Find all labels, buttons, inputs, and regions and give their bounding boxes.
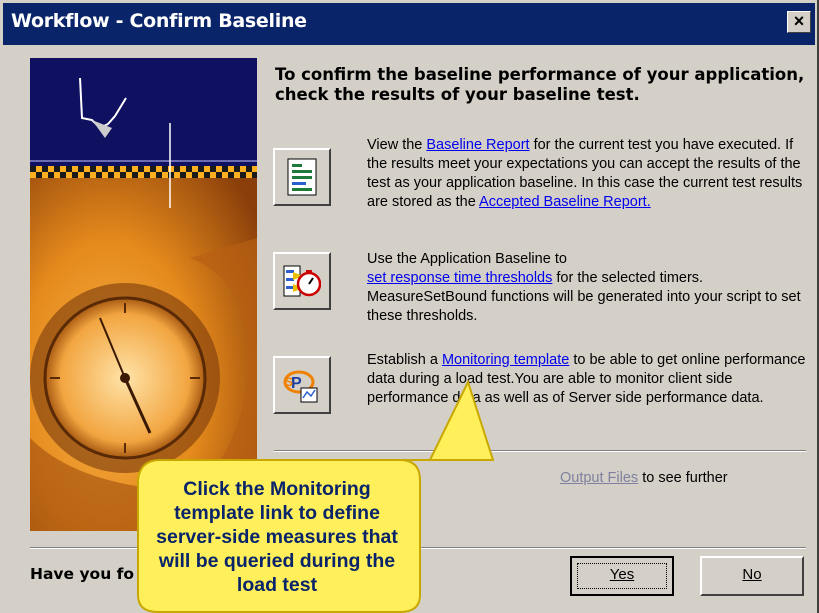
set-response-time-thresholds-link[interactable]: set response time thresholds xyxy=(367,270,552,286)
title-bar[interactable]: Workflow - Confirm Baseline × xyxy=(3,3,815,45)
section-text: Use the Application Baseline to xyxy=(367,251,567,267)
response-time-thresholds-button[interactable] xyxy=(273,252,331,310)
monitoring-template-icon: P S xyxy=(283,370,318,403)
no-button[interactable]: No xyxy=(700,556,804,596)
accepted-baseline-report-link[interactable]: Accepted Baseline Report. xyxy=(479,194,651,210)
no-button-label: No xyxy=(742,566,762,583)
footer-question: Have you fo xyxy=(30,565,135,583)
monitoring-template-button[interactable]: P S xyxy=(273,356,331,414)
section-text: View the xyxy=(367,137,427,153)
stopwatch-threshold-icon xyxy=(283,265,321,297)
monitoring-template-link[interactable]: Monitoring template xyxy=(442,352,569,368)
callout-text: Click the Monitoring template link to de… xyxy=(156,478,398,596)
output-files-description: Output Files to see further xyxy=(560,469,810,488)
baseline-report-link[interactable]: Baseline Report xyxy=(426,137,529,153)
baseline-report-description: View the Baseline Report for the current… xyxy=(367,136,807,212)
monitoring-description: Establish a Monitoring template to be ab… xyxy=(367,351,807,408)
yes-button[interactable]: Yes xyxy=(570,556,674,596)
output-files-link[interactable]: Output Files xyxy=(560,470,638,486)
banner-image-stopwatch xyxy=(30,58,257,531)
section-text: Establish a xyxy=(367,352,442,368)
window-title: Workflow - Confirm Baseline xyxy=(11,10,307,32)
close-button[interactable]: × xyxy=(787,11,811,33)
report-document-icon xyxy=(287,158,317,196)
section-divider xyxy=(274,450,806,452)
section-text: to see further xyxy=(638,470,728,486)
baseline-report-button[interactable] xyxy=(273,148,331,206)
thresholds-description: Use the Application Baseline to set resp… xyxy=(367,250,807,326)
focus-rectangle xyxy=(577,563,667,589)
page-heading: To confirm the baseline performance of y… xyxy=(275,65,805,104)
svg-text:S: S xyxy=(285,375,293,389)
